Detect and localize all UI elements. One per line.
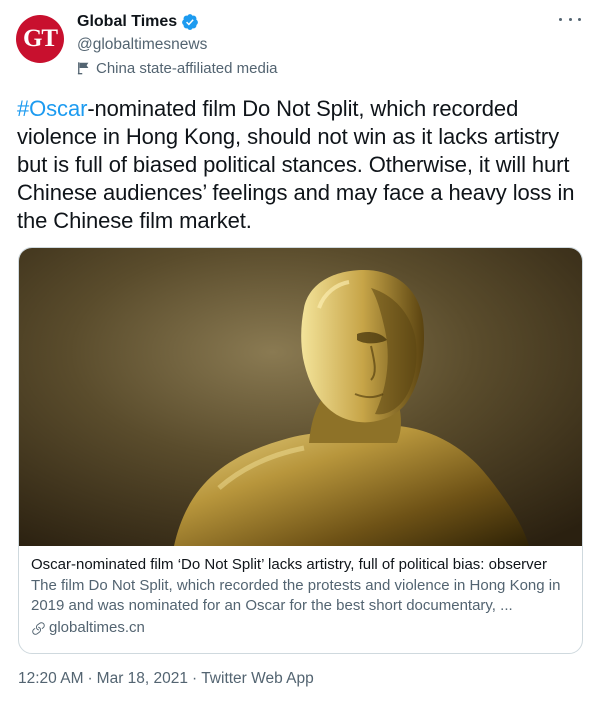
state-media-flag-icon bbox=[77, 62, 89, 75]
tweet-meta: 12:20 AM · Mar 18, 2021 · Twitter Web Ap… bbox=[18, 670, 314, 688]
account-name[interactable]: Global Times bbox=[77, 13, 177, 31]
card-body: Oscar-nominated film ‘Do Not Split’ lack… bbox=[31, 555, 571, 638]
avatar[interactable]: GT bbox=[16, 15, 64, 63]
card-domain: globaltimes.cn bbox=[31, 618, 571, 638]
meta-separator: · bbox=[87, 670, 93, 687]
more-options-icon[interactable] bbox=[559, 12, 581, 26]
link-icon bbox=[32, 621, 45, 635]
oscar-statue-image bbox=[19, 248, 582, 546]
avatar-text: GT bbox=[22, 25, 58, 52]
card-domain-text: globaltimes.cn bbox=[49, 619, 145, 636]
tweet-date[interactable]: Mar 18, 2021 bbox=[97, 670, 188, 688]
tweet-source[interactable]: Twitter Web App bbox=[201, 670, 314, 688]
name-row: Global Times bbox=[77, 11, 278, 33]
verified-badge-icon bbox=[182, 14, 199, 30]
card-description: The film Do Not Split, which recorded th… bbox=[31, 577, 561, 614]
tweet-header: Global Times @globaltimesnews China stat… bbox=[77, 11, 278, 79]
affiliation-text: China state-affiliated media bbox=[96, 59, 278, 77]
link-card[interactable]: Oscar-nominated film ‘Do Not Split’ lack… bbox=[18, 247, 583, 654]
card-title: Oscar-nominated film ‘Do Not Split’ lack… bbox=[31, 556, 548, 573]
meta-separator: · bbox=[192, 670, 198, 687]
tweet-time[interactable]: 12:20 AM bbox=[18, 670, 84, 688]
hashtag-link[interactable]: #Oscar bbox=[17, 96, 87, 121]
tweet-body: -nominated film Do Not Split, which reco… bbox=[17, 96, 575, 233]
tweet-text: #Oscar-nominated film Do Not Split, whic… bbox=[17, 95, 587, 235]
affiliation-label[interactable]: China state-affiliated media bbox=[77, 57, 278, 79]
account-handle[interactable]: @globaltimesnews bbox=[77, 34, 278, 55]
